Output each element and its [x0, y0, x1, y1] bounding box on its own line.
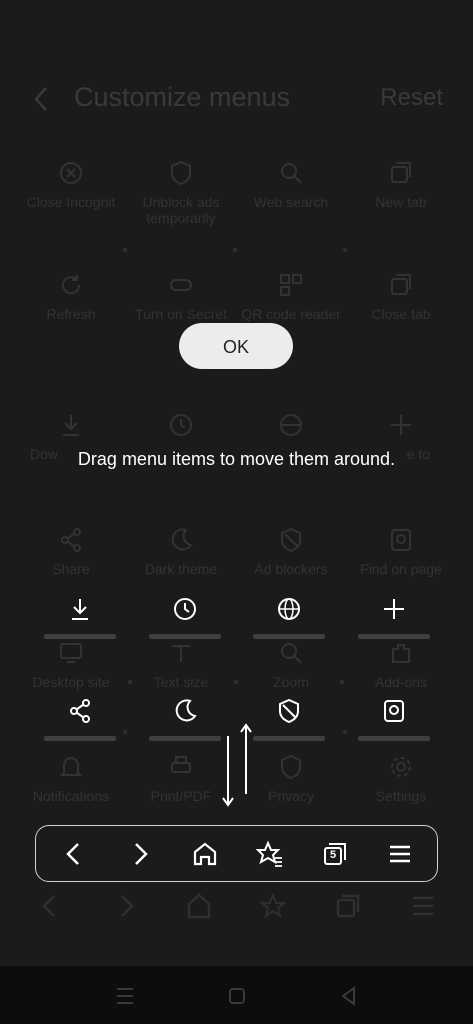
drag-handle-bar — [44, 736, 116, 741]
share-icon — [70, 699, 90, 723]
recent-apps-icon[interactable] — [114, 985, 136, 1007]
drag-item-dark-theme[interactable] — [149, 698, 221, 746]
ok-button[interactable]: OK — [179, 323, 293, 369]
tabs-icon[interactable] — [335, 892, 361, 920]
menu-item[interactable]: Dark theme — [122, 527, 240, 577]
drag-direction-arrows-icon — [222, 723, 252, 807]
menu-item[interactable]: Zoom — [232, 640, 350, 690]
menu-item[interactable]: Add-ons — [342, 640, 460, 690]
translate-icon — [278, 598, 300, 620]
drag-item-add[interactable] — [358, 596, 430, 644]
menu-item[interactable]: Close Incognit — [12, 160, 130, 210]
drag-handle-bar — [149, 634, 221, 639]
search-icon — [281, 163, 302, 184]
drag-handle-bar — [253, 736, 325, 741]
drag-item-find-on-page[interactable] — [358, 698, 430, 746]
new-tab-icon — [391, 162, 411, 183]
menu-item[interactable]: New tab — [342, 160, 460, 210]
menu-item[interactable]: Find on page — [342, 527, 460, 577]
gear-icon — [391, 757, 411, 777]
separator-dot — [233, 248, 237, 252]
menu-item[interactable]: Unblock ads temporarily — [122, 160, 240, 226]
drag-item-history[interactable] — [149, 596, 221, 644]
ad-blocker-icon — [281, 527, 301, 553]
incognito-icon — [60, 162, 82, 184]
add-icon — [391, 415, 411, 435]
home-nav-icon[interactable] — [226, 985, 248, 1007]
refresh-icon — [62, 275, 81, 295]
close-tab-icon — [391, 274, 411, 295]
add-icon — [384, 599, 404, 619]
separator-dot — [234, 680, 238, 684]
drag-item-translate[interactable] — [253, 596, 325, 644]
secret-mode-icon — [170, 279, 192, 291]
drag-handle-bar — [358, 634, 430, 639]
drag-item-ad-blockers[interactable] — [253, 698, 325, 746]
bottom-toolbar-dimmed — [0, 888, 473, 924]
dark-theme-icon — [171, 528, 193, 551]
menu-item[interactable]: Notifications — [12, 754, 130, 804]
drag-handle-bar — [358, 736, 430, 741]
menu-item[interactable]: Desktop site — [12, 640, 130, 690]
menu-item[interactable] — [232, 412, 350, 438]
back-nav-icon[interactable] — [60, 840, 88, 868]
menu-item[interactable]: Ad blockers — [232, 527, 350, 577]
find-on-page-icon — [391, 529, 411, 551]
menu-item[interactable]: QR code reader — [232, 272, 350, 322]
separator-dot — [123, 248, 127, 252]
separator-dot — [123, 730, 127, 734]
back-nav-icon[interactable] — [38, 892, 62, 920]
privacy-icon — [281, 754, 301, 780]
ad-blocker-icon — [279, 698, 299, 724]
drag-item-download[interactable] — [44, 596, 116, 644]
menu-icon[interactable] — [410, 892, 436, 920]
dark-theme-icon — [175, 699, 197, 722]
back-system-icon[interactable] — [338, 985, 360, 1007]
print-icon — [171, 756, 191, 773]
menu-item[interactable]: Close tab — [342, 272, 460, 322]
qr-icon — [280, 274, 302, 296]
download-icon — [72, 599, 88, 620]
menu-item[interactable]: Share — [12, 527, 130, 577]
separator-dot — [340, 680, 344, 684]
home-icon[interactable] — [191, 840, 219, 868]
back-icon[interactable] — [28, 82, 58, 116]
download-icon — [63, 415, 79, 436]
toolbar-preview: 5 — [35, 825, 438, 882]
history-icon — [174, 598, 196, 620]
bell-icon — [59, 757, 83, 776]
menu-item[interactable]: Settings — [342, 754, 460, 804]
drag-handle-bar — [149, 736, 221, 741]
separator-dot — [128, 680, 132, 684]
drag-handle-bar — [253, 634, 325, 639]
find-on-page-icon — [384, 700, 404, 722]
separator-dot — [343, 248, 347, 252]
menu-item[interactable]: Refresh — [12, 272, 130, 322]
tab-count: 5 — [329, 849, 337, 861]
menu-item[interactable] — [122, 412, 240, 438]
translate-icon — [280, 414, 302, 436]
bookmark-icon[interactable] — [260, 892, 286, 920]
separator-dot — [343, 730, 347, 734]
instruction-text: Drag menu items to move them around. — [77, 449, 396, 469]
tabs-button[interactable]: 5 — [321, 840, 349, 868]
menu-item[interactable]: Text size — [122, 640, 240, 690]
reset-button[interactable]: Reset — [380, 84, 443, 112]
home-icon[interactable] — [186, 892, 212, 920]
share-icon — [61, 528, 81, 552]
header: Customize menus Reset — [0, 80, 473, 120]
bookmark-icon[interactable] — [256, 840, 284, 868]
menu-item[interactable]: Web search — [232, 160, 350, 210]
forward-nav-icon[interactable] — [114, 892, 138, 920]
drag-item-share[interactable] — [44, 698, 116, 746]
menu-item[interactable]: Turn on Secret — [122, 272, 240, 322]
page-title: Customize menus — [74, 82, 291, 112]
system-nav-bar — [0, 966, 473, 1024]
ad-shield-icon — [171, 160, 191, 186]
drag-handle-bar — [44, 634, 116, 639]
forward-nav-icon[interactable] — [126, 840, 154, 868]
history-icon — [170, 414, 192, 436]
menu-icon[interactable] — [386, 840, 414, 868]
